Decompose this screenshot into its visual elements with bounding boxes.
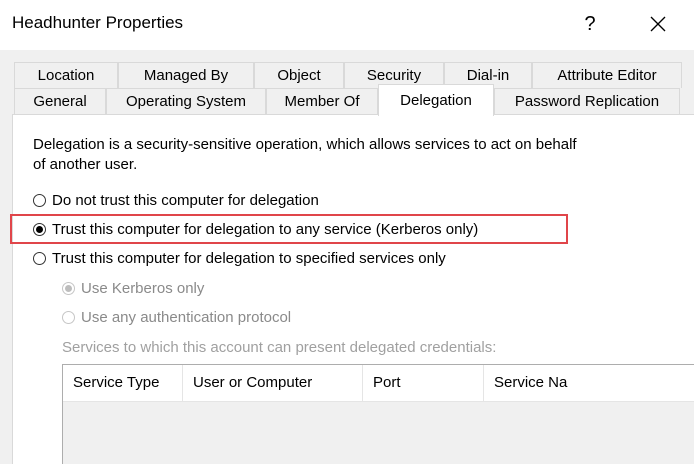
delegation-description: Delegation is a security-sensitive opera… bbox=[33, 136, 577, 173]
tab-attribute-editor[interactable]: Attribute Editor bbox=[532, 62, 682, 88]
radio-delegation-specified-services[interactable]: Trust this computer for delegation to sp… bbox=[33, 250, 446, 267]
radio-use-any-auth-protocol[interactable]: Use any authentication protocol bbox=[62, 309, 291, 326]
tab-general[interactable]: General bbox=[14, 88, 106, 114]
radio-label: Use Kerberos only bbox=[81, 280, 205, 297]
radio-no-delegation[interactable]: Do not trust this computer for delegatio… bbox=[33, 192, 319, 209]
window-title: Headhunter Properties bbox=[12, 13, 184, 32]
radio-label: Do not trust this computer for delegatio… bbox=[52, 192, 319, 209]
radio-button-icon[interactable] bbox=[33, 252, 46, 265]
tab-member-of[interactable]: Member Of bbox=[266, 88, 378, 114]
services-label: Services to which this account can prese… bbox=[62, 339, 497, 356]
services-list-header: Service Type User or Computer Port Servi… bbox=[63, 365, 694, 402]
radio-label: Use any authentication protocol bbox=[81, 309, 292, 326]
radio-label: Trust this computer for delegation to sp… bbox=[52, 250, 446, 267]
title-bar: Headhunter Properties ? bbox=[0, 0, 694, 50]
radio-button-checked-icon[interactable] bbox=[62, 282, 75, 295]
radio-button-icon[interactable] bbox=[33, 194, 46, 207]
tab-object[interactable]: Object bbox=[254, 62, 344, 88]
tab-managed-by[interactable]: Managed By bbox=[118, 62, 254, 88]
tab-password-replication[interactable]: Password Replication bbox=[494, 88, 680, 114]
highlight-box bbox=[10, 214, 568, 244]
column-header-port[interactable]: Port bbox=[363, 365, 484, 401]
tab-operating-system[interactable]: Operating System bbox=[106, 88, 266, 114]
services-list[interactable]: Service Type User or Computer Port Servi… bbox=[62, 364, 694, 464]
close-button[interactable] bbox=[638, 8, 678, 40]
column-header-service-name[interactable]: Service Na bbox=[484, 365, 694, 401]
radio-use-kerberos-only[interactable]: Use Kerberos only bbox=[62, 280, 204, 297]
help-button[interactable]: ? bbox=[570, 8, 610, 40]
radio-button-icon[interactable] bbox=[62, 311, 75, 324]
close-icon bbox=[650, 16, 666, 32]
tab-location[interactable]: Location bbox=[14, 62, 118, 88]
column-header-user-or-computer[interactable]: User or Computer bbox=[183, 365, 363, 401]
column-header-service-type[interactable]: Service Type bbox=[63, 365, 183, 401]
tab-delegation[interactable]: Delegation bbox=[378, 84, 494, 116]
